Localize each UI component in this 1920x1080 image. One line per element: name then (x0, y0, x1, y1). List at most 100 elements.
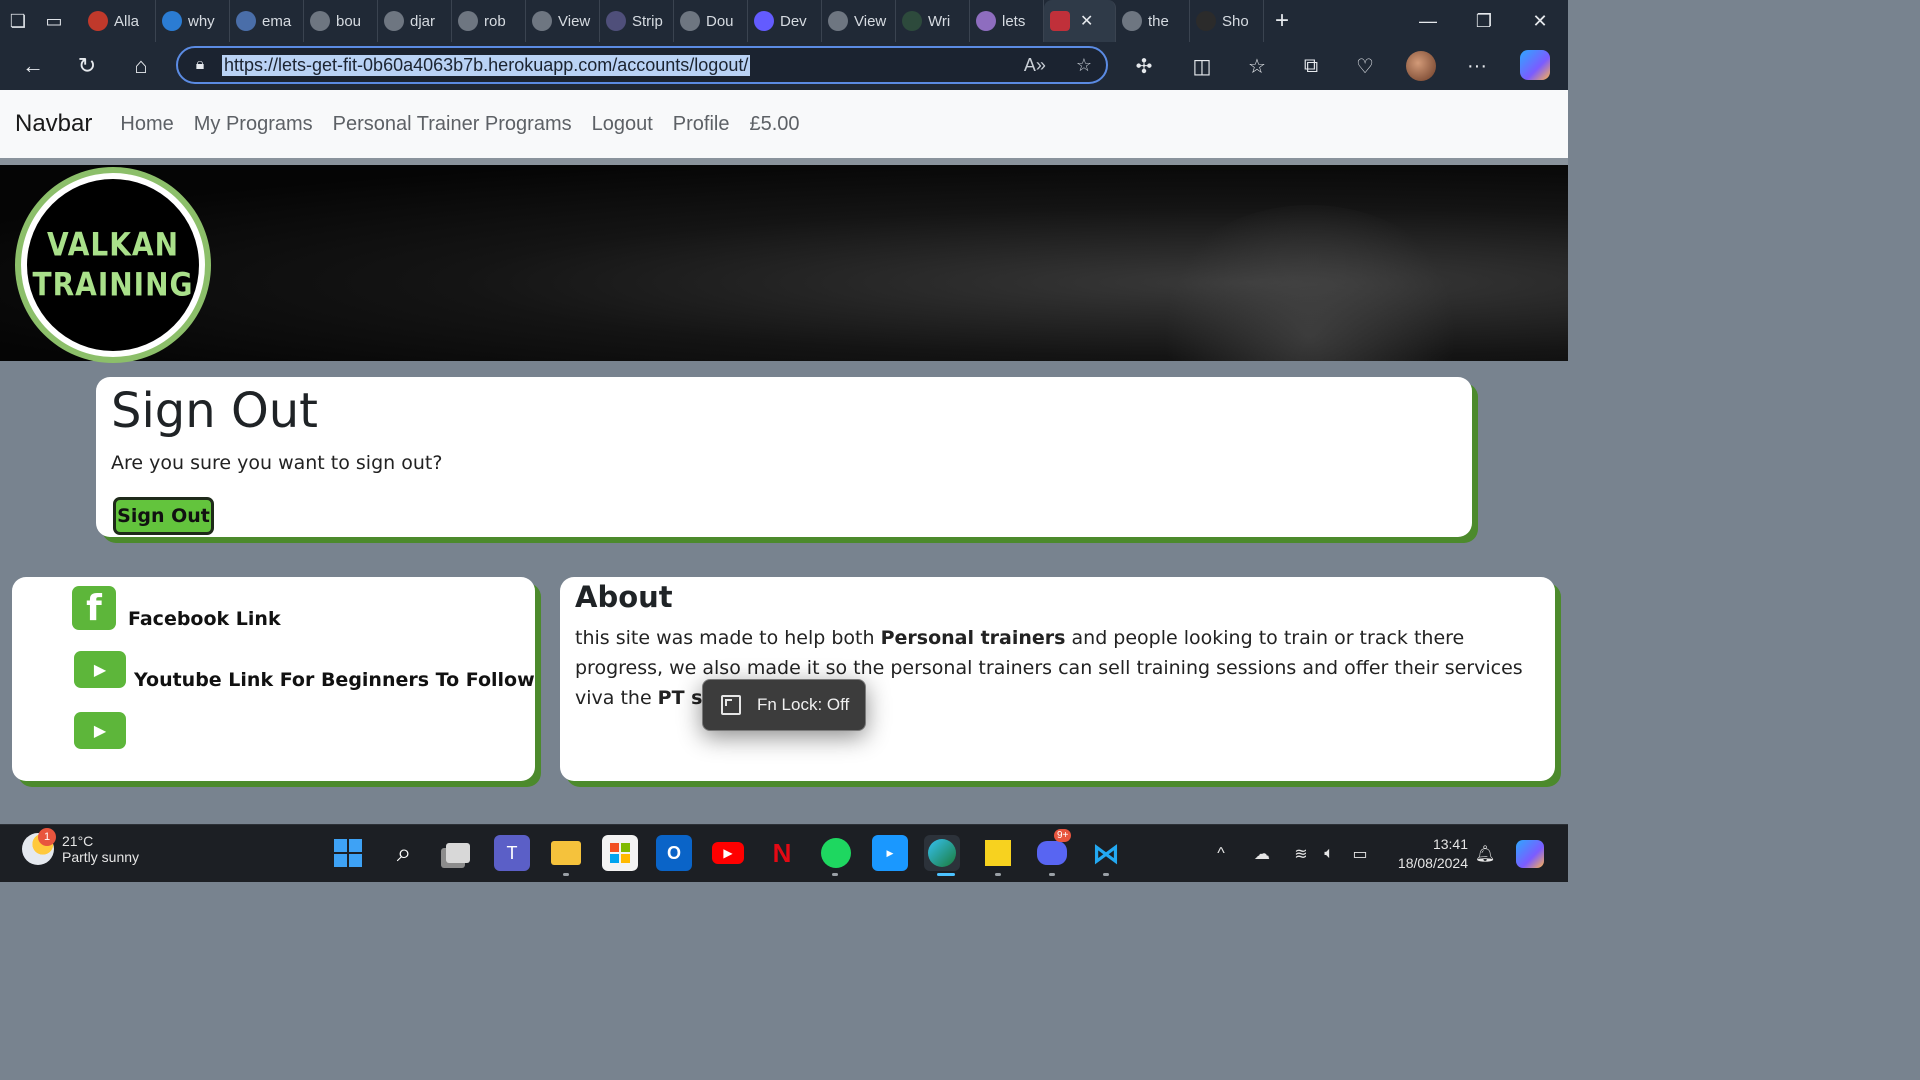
opera-icon (88, 11, 108, 31)
django-icon (902, 11, 922, 31)
volume-icon[interactable]: 🔈︎ (1316, 825, 1342, 883)
minimize-button[interactable]: — (1400, 0, 1456, 42)
more-options-icon[interactable]: ··· (1457, 42, 1497, 90)
chevron-up-icon[interactable]: ^ (1208, 825, 1234, 883)
extensions-icon[interactable]: ✣ (1124, 42, 1164, 90)
running-indicator (832, 873, 838, 876)
nav-link-my-programs[interactable]: My Programs (194, 113, 313, 136)
prime-video-icon[interactable]: ▶ (872, 835, 908, 871)
tab-label: bou (336, 12, 362, 30)
tab-after-0[interactable]: the (1116, 0, 1190, 42)
teams-icon[interactable]: T (494, 835, 530, 871)
nav-link-basket-total[interactable]: £5.00 (750, 113, 800, 136)
spotify-icon[interactable] (818, 835, 854, 871)
tab-before-9[interactable]: Dev (748, 0, 822, 42)
split-screen-icon[interactable]: ◫ (1182, 42, 1222, 90)
tab-before-8[interactable]: Dou (674, 0, 748, 42)
running-indicator (1103, 873, 1109, 876)
github-icon (1122, 11, 1142, 31)
close-tab-icon[interactable]: ✕ (1080, 11, 1093, 31)
wifi-icon[interactable]: ≋ (1288, 825, 1314, 883)
discord-icon[interactable]: 9+ (1034, 829, 1072, 871)
tab-before-5[interactable]: rob (452, 0, 526, 42)
youtube-icon[interactable]: ▶ (74, 651, 126, 688)
sign-out-button[interactable]: Sign Out (113, 497, 214, 535)
close-window-button[interactable]: ✕ (1512, 0, 1568, 42)
tab-label: Dou (706, 12, 734, 30)
partly-sunny-icon: 1 (22, 828, 56, 865)
copilot-icon[interactable] (1520, 50, 1550, 80)
keyboard-fn-icon (721, 695, 741, 715)
browser-essentials-icon[interactable]: ♡ (1345, 42, 1385, 90)
favorites-icon[interactable]: ☆ (1237, 42, 1277, 90)
tab-before-3[interactable]: bou (304, 0, 378, 42)
favorite-star-icon[interactable]: ☆ (1076, 55, 1092, 76)
nav-link-logout[interactable]: Logout (592, 113, 653, 136)
home-button[interactable]: ⌂ (114, 42, 168, 90)
navbar-brand[interactable]: Navbar (15, 110, 92, 138)
youtube-link[interactable]: Youtube Link For Beginners To Follow (134, 669, 535, 691)
vscode-icon[interactable]: ⋈ (1088, 835, 1124, 871)
nav-link-profile[interactable]: Profile (673, 113, 730, 136)
facebook-icon[interactable]: f (72, 586, 116, 630)
clock-time: 13:41 (1432, 836, 1468, 852)
nav-link-personal-trainer-programs[interactable]: Personal Trainer Programs (333, 113, 572, 136)
profile-avatar[interactable] (1406, 51, 1436, 81)
start-icon[interactable] (330, 835, 366, 871)
lock-icon[interactable]: 🔒︎ (178, 56, 222, 74)
url-text[interactable]: https://lets-get-fit-0b60a4063b7b.heroku… (222, 54, 751, 76)
tab-before-12[interactable]: lets (970, 0, 1044, 42)
google-icon (458, 11, 478, 31)
tab-label: the (1148, 12, 1169, 30)
onedrive-icon[interactable]: ☁ (1248, 825, 1276, 883)
site-navbar: Navbar Home My Programs Personal Trainer… (0, 90, 1568, 158)
tab-after-1[interactable]: Sho (1190, 0, 1264, 42)
copilot-taskbar-icon[interactable] (1512, 825, 1548, 883)
file-explorer-icon[interactable] (548, 835, 584, 871)
sticky-notes-icon[interactable] (980, 835, 1016, 871)
refresh-button[interactable]: ↻ (60, 42, 114, 90)
weather-temp: 21°C (62, 833, 94, 849)
tab-before-10[interactable]: View (822, 0, 896, 42)
tab-before-11[interactable]: Wri (896, 0, 970, 42)
tab-before-0[interactable]: Alla (82, 0, 156, 42)
search-icon[interactable]: ⌕ (386, 835, 422, 871)
tab-label: Strip (632, 12, 663, 30)
back-button[interactable]: ← (6, 42, 60, 90)
workspaces-icon[interactable]: ❏ (0, 0, 36, 42)
battery-icon[interactable]: ▭ (1346, 825, 1374, 883)
site-logo[interactable]: VALKAN TRAINING (15, 167, 211, 363)
stripe-icon (606, 11, 626, 31)
netflix-icon[interactable]: N (764, 835, 800, 871)
notification-bell-icon[interactable]: 🔔︎ (1472, 825, 1498, 883)
microsoft-store-icon[interactable] (602, 835, 638, 871)
system-clock[interactable]: 13:41 18/08/2024 (1388, 835, 1468, 873)
tab-before-4[interactable]: djar (378, 0, 452, 42)
tab-active[interactable]: ✕ (1044, 0, 1116, 42)
edge-icon[interactable] (924, 835, 960, 871)
running-indicator (1049, 873, 1055, 876)
outlook-icon[interactable]: O (656, 835, 692, 871)
tab-label: ema (262, 12, 292, 30)
facebook-link[interactable]: Facebook Link (128, 608, 281, 630)
running-indicator (995, 873, 1001, 876)
new-tab-button[interactable]: + (1264, 0, 1300, 42)
tab-before-7[interactable]: Strip (600, 0, 674, 42)
github-icon (828, 11, 848, 31)
collections-icon[interactable]: ⧉ (1291, 42, 1331, 90)
weather-widget[interactable]: 1 21°C Partly sunny (22, 828, 139, 865)
tab-label: Sho (1222, 12, 1249, 30)
tab-actions-icon[interactable]: ▭ (36, 0, 72, 42)
task-view-icon[interactable] (440, 835, 476, 871)
tab-before-6[interactable]: View (526, 0, 600, 42)
address-bar[interactable]: 🔒︎ https://lets-get-fit-0b60a4063b7b.her… (176, 46, 1108, 84)
youtube-app-icon[interactable]: ▶ (710, 835, 746, 871)
weather-badge: 1 (38, 828, 56, 846)
restore-button[interactable]: ❐ (1456, 0, 1512, 42)
tab-before-2[interactable]: ema (230, 0, 304, 42)
youtube-icon-2[interactable]: ▶ (74, 712, 126, 749)
nav-link-home[interactable]: Home (120, 113, 173, 136)
read-aloud-icon[interactable]: A» (1024, 55, 1046, 76)
navbar-divider (0, 158, 1568, 165)
tab-before-1[interactable]: why (156, 0, 230, 42)
